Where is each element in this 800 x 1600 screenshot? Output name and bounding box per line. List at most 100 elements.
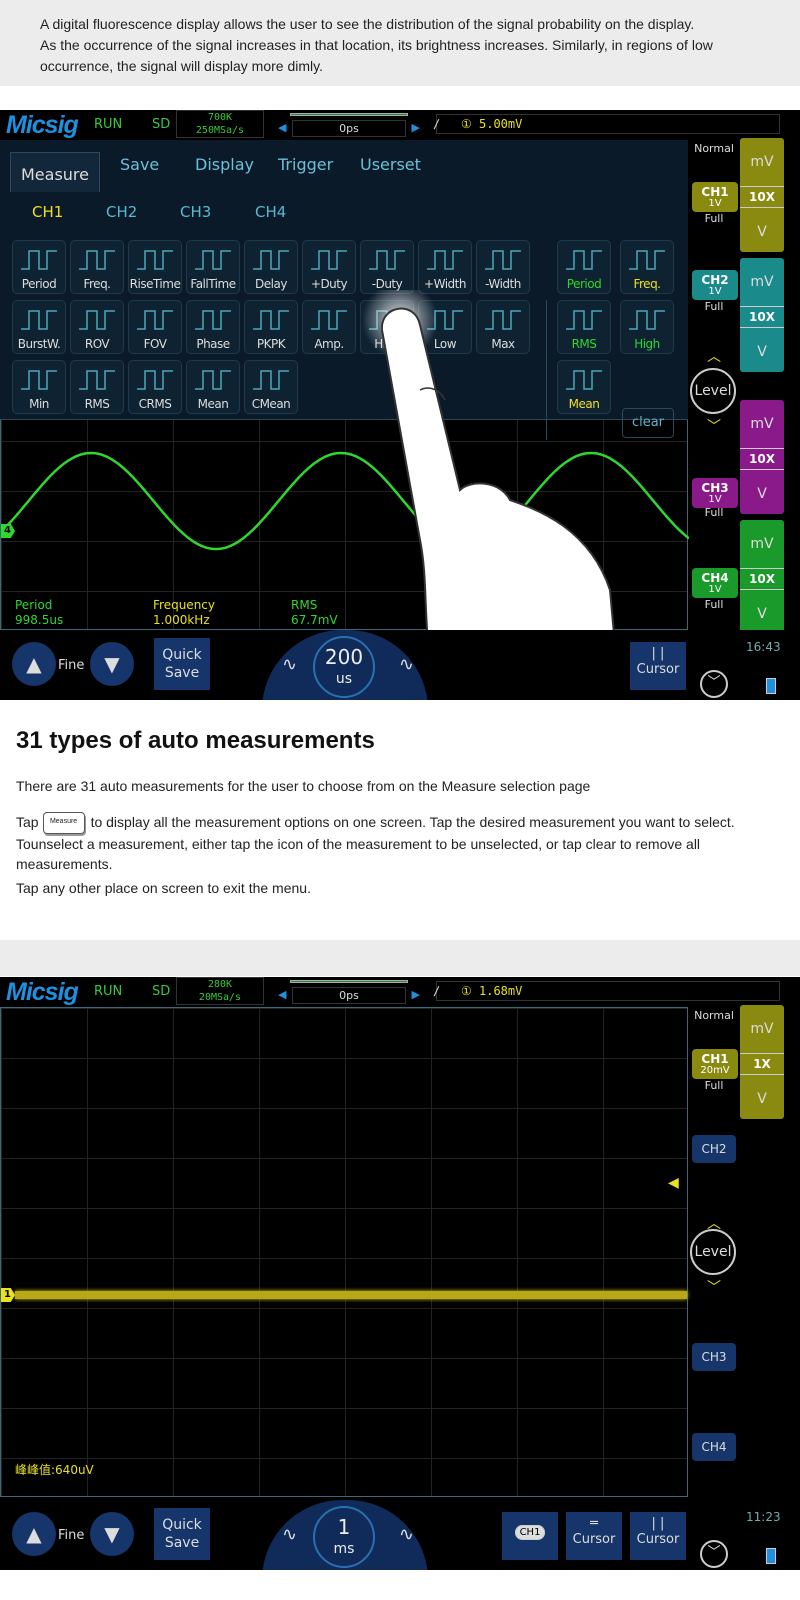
selected-measure[interactable]: Period xyxy=(557,240,611,294)
fine-label: Fine xyxy=(58,658,85,673)
acquisition-info[interactable]: 700K 250MSa/s xyxy=(176,110,264,138)
ch1-button[interactable]: CH1 1V xyxy=(692,182,738,212)
measure-option[interactable]: Delay xyxy=(244,240,298,294)
ch4-scale-column[interactable]: mV 10X V xyxy=(740,520,784,634)
ch1-stack-button[interactable]: CH1 xyxy=(502,1512,558,1560)
measure-label: ROV xyxy=(84,337,110,351)
measure-option[interactable]: FallTime xyxy=(186,240,240,294)
tab-save[interactable]: Save xyxy=(120,150,159,190)
measure-option[interactable]: CRMS xyxy=(128,360,182,414)
measure-option[interactable]: Amp. xyxy=(302,300,356,354)
measure-option[interactable]: ROV xyxy=(70,300,124,354)
vertical-cursor-button[interactable]: | | Cursor xyxy=(630,1512,686,1560)
intro-line: As the occurrence of the signal increase… xyxy=(40,37,713,53)
measure-option[interactable]: +Width xyxy=(418,240,472,294)
channel-1-marker[interactable]: 1 xyxy=(1,1288,15,1302)
measure-option[interactable]: CMean xyxy=(244,360,298,414)
horizontal-position[interactable]: ◀ 0ps ▶ xyxy=(278,977,420,1005)
trigger-mode[interactable]: Normal xyxy=(688,142,740,155)
channel-select-ch2[interactable]: CH2 xyxy=(106,203,137,221)
chevron-down-icon[interactable]: ﹀ xyxy=(688,416,740,436)
tab-userset[interactable]: Userset xyxy=(360,150,421,190)
timebase-increase-icon[interactable]: ∿ xyxy=(399,654,414,675)
ch3-button[interactable]: CH3 1V xyxy=(692,478,738,508)
measure-option[interactable]: -Width xyxy=(476,240,530,294)
right-arrow-icon[interactable]: ▶ xyxy=(412,988,420,1001)
ch2-button[interactable]: CH2 xyxy=(692,1135,736,1163)
trigger-info[interactable]: ∕ ① 5.00mV xyxy=(433,114,780,134)
measure-option[interactable]: Freq. xyxy=(70,240,124,294)
chevron-down-icon[interactable]: ﹀ xyxy=(688,1277,740,1297)
timebase-control[interactable]: ∿ 1 ms ∿ xyxy=(262,1500,428,1570)
measure-option[interactable]: -Duty xyxy=(360,240,414,294)
ch1-scale-column[interactable]: mV 1X V xyxy=(740,1005,784,1119)
ch2-button[interactable]: CH2 1V xyxy=(692,270,738,300)
chevron-down-circle-icon[interactable]: ﹀ xyxy=(700,670,728,698)
position-bar xyxy=(290,113,408,116)
measure-option[interactable]: Period xyxy=(12,240,66,294)
timebase-increase-icon[interactable]: ∿ xyxy=(399,1524,414,1545)
horizontal-position[interactable]: ◀ 0ps ▶ xyxy=(278,110,420,138)
trigger-mode[interactable]: Normal xyxy=(688,1009,740,1022)
chevron-down-circle-icon[interactable]: ﹀ xyxy=(700,1540,728,1568)
right-arrow-icon[interactable]: ▶ xyxy=(412,121,420,134)
run-status[interactable]: RUN xyxy=(94,984,122,999)
tab-measure[interactable]: Measure xyxy=(10,152,100,192)
ch4-button[interactable]: CH4 xyxy=(692,1433,736,1461)
readout-label: Frequency xyxy=(153,598,215,612)
channel-select-ch4[interactable]: CH4 xyxy=(255,203,286,221)
clock: 11:23 xyxy=(746,1510,781,1524)
chevron-up-icon[interactable]: ︿ xyxy=(688,346,740,366)
ch3-bandwidth: Full xyxy=(704,506,724,519)
level-knob[interactable]: Level xyxy=(690,1229,736,1275)
measure-waveform-icon xyxy=(21,310,57,330)
run-status[interactable]: RUN xyxy=(94,117,122,132)
level-knob[interactable]: Level xyxy=(690,368,736,414)
measure-option[interactable]: RiseTime xyxy=(128,240,182,294)
measure-option[interactable]: PKPK xyxy=(244,300,298,354)
fine-up-button[interactable]: ▲ xyxy=(12,1512,56,1556)
trigger-info[interactable]: ∕ ① 1.68mV xyxy=(433,981,780,1001)
channel-select-ch3[interactable]: CH3 xyxy=(180,203,211,221)
ch2-scale-column[interactable]: mV 10X V xyxy=(740,258,784,372)
acquisition-info[interactable]: 280K 20MSa/s xyxy=(176,977,264,1005)
quick-save-button[interactable]: Quick Save xyxy=(154,1508,210,1560)
selected-measure[interactable]: Freq. xyxy=(620,240,674,294)
left-arrow-icon[interactable]: ◀ xyxy=(278,988,286,1001)
tab-trigger[interactable]: Trigger xyxy=(278,150,333,190)
timebase-decrease-icon[interactable]: ∿ xyxy=(282,1524,297,1545)
measure-option[interactable]: +Duty xyxy=(302,240,356,294)
clock: 16:43 xyxy=(746,640,781,654)
position-bar xyxy=(290,980,408,983)
ch1-scale-column[interactable]: mV 10X V xyxy=(740,138,784,252)
ch3-scale-column[interactable]: mV 10X V xyxy=(740,400,784,514)
bottom-toolbar: ▲ Fine ▼ Quick Save ∿ 200 us ∿ | | Cursor 16:… xyxy=(0,630,800,700)
waveform-area[interactable]: 1 峰峰值:640uV xyxy=(0,1007,688,1497)
fine-up-button[interactable]: ▲ xyxy=(12,642,56,686)
timebase-decrease-icon[interactable]: ∿ xyxy=(282,654,297,675)
vertical-cursor-button[interactable]: | | Cursor xyxy=(630,642,686,690)
measure-option[interactable]: RMS xyxy=(70,360,124,414)
measure-option[interactable]: Phase xyxy=(186,300,240,354)
ch3-button[interactable]: CH3 xyxy=(692,1343,736,1371)
horizontal-cursor-button[interactable]: ═ Cursor xyxy=(566,1512,622,1560)
ch4-button[interactable]: CH4 1V xyxy=(692,568,738,598)
channel-select-ch1[interactable]: CH1 xyxy=(32,203,63,221)
left-arrow-icon[interactable]: ◀ xyxy=(278,121,286,134)
measure-waveform-icon xyxy=(195,250,231,270)
fine-down-button[interactable]: ▼ xyxy=(90,1512,134,1556)
timebase-value: 1 ms xyxy=(313,1506,375,1568)
oscilloscope-screen-2: Micsig RUN SD 280K 20MSa/s ◀ 0ps ▶ ∕ ① 1.68m… xyxy=(0,977,800,1570)
measure-option[interactable]: FOV xyxy=(128,300,182,354)
timebase-control[interactable]: ∿ 200 us ∿ xyxy=(262,630,428,700)
ch4-bandwidth: Full xyxy=(704,598,724,611)
ch1-button[interactable]: CH1 20mV xyxy=(692,1049,738,1079)
fine-down-button[interactable]: ▼ xyxy=(90,642,134,686)
measure-label: CRMS xyxy=(138,397,172,411)
tab-display[interactable]: Display xyxy=(195,150,254,190)
trigger-level-arrow-icon[interactable]: ◀ xyxy=(668,1175,679,1191)
quick-save-button[interactable]: Quick Save xyxy=(154,638,210,690)
measure-option[interactable]: BurstW. xyxy=(12,300,66,354)
measure-option[interactable]: Mean xyxy=(186,360,240,414)
measure-option[interactable]: Min xyxy=(12,360,66,414)
